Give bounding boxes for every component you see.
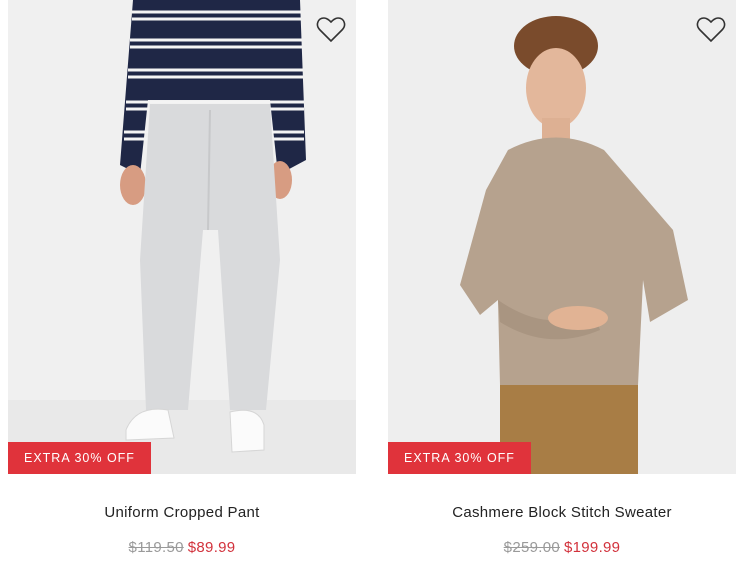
discount-badge: EXTRA 30% OFF [388, 442, 531, 474]
heart-outline-icon[interactable] [316, 16, 346, 44]
pant-photo [8, 0, 356, 474]
sweater-photo [388, 0, 736, 474]
product-grid: EXTRA 30% OFF Uniform Cropped Pant $119.… [0, 0, 743, 562]
heart-outline-icon[interactable] [696, 16, 726, 44]
product-image[interactable]: EXTRA 30% OFF [388, 0, 736, 474]
product-image[interactable]: EXTRA 30% OFF [8, 0, 356, 474]
product-card[interactable]: EXTRA 30% OFF Cashmere Block Stitch Swea… [388, 0, 736, 556]
discount-badge: EXTRA 30% OFF [8, 442, 151, 474]
product-price: $119.50 $89.99 [8, 539, 356, 556]
sale-price: $89.99 [187, 539, 236, 556]
product-card[interactable]: EXTRA 30% OFF Uniform Cropped Pant $119.… [8, 0, 356, 556]
product-name[interactable]: Uniform Cropped Pant [8, 504, 356, 521]
product-name[interactable]: Cashmere Block Stitch Sweater [388, 504, 736, 521]
original-price: $119.50 [128, 539, 184, 556]
product-price: $259.00 $199.99 [388, 539, 736, 556]
sale-price: $199.99 [564, 539, 621, 556]
original-price: $259.00 [503, 539, 560, 556]
